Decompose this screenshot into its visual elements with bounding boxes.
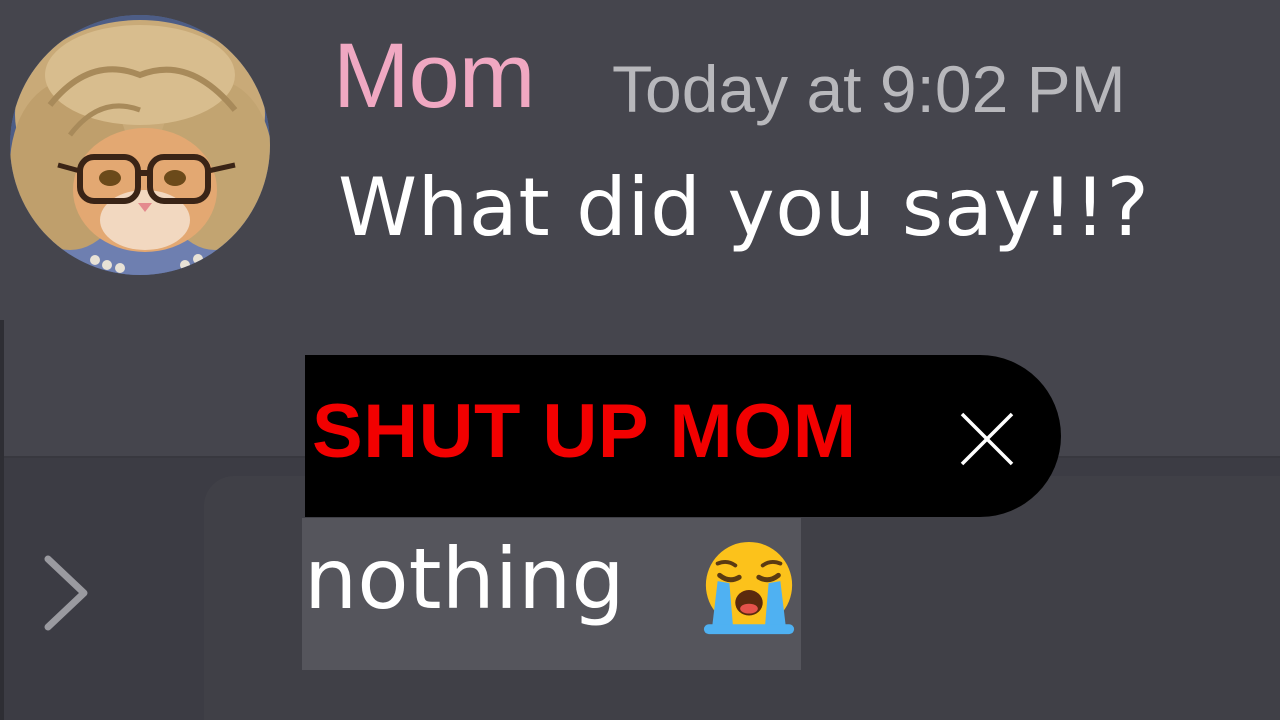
message-text: What did you say!!? [338, 161, 1150, 254]
reply-input-text[interactable]: nothing [304, 537, 625, 621]
rejected-draft-text: SHUT UP MOM [312, 389, 857, 474]
message-author[interactable]: Mom [333, 30, 535, 122]
x-icon [960, 412, 1014, 466]
avatar-cat-image [10, 15, 270, 275]
sidebar-edge [0, 320, 4, 720]
avatar[interactable] [10, 15, 270, 275]
expand-button[interactable] [30, 548, 100, 638]
chevron-right-icon [44, 555, 88, 631]
loudly-crying-face-icon [703, 541, 795, 635]
message-timestamp: Today at 9:02 PM [612, 52, 1126, 126]
